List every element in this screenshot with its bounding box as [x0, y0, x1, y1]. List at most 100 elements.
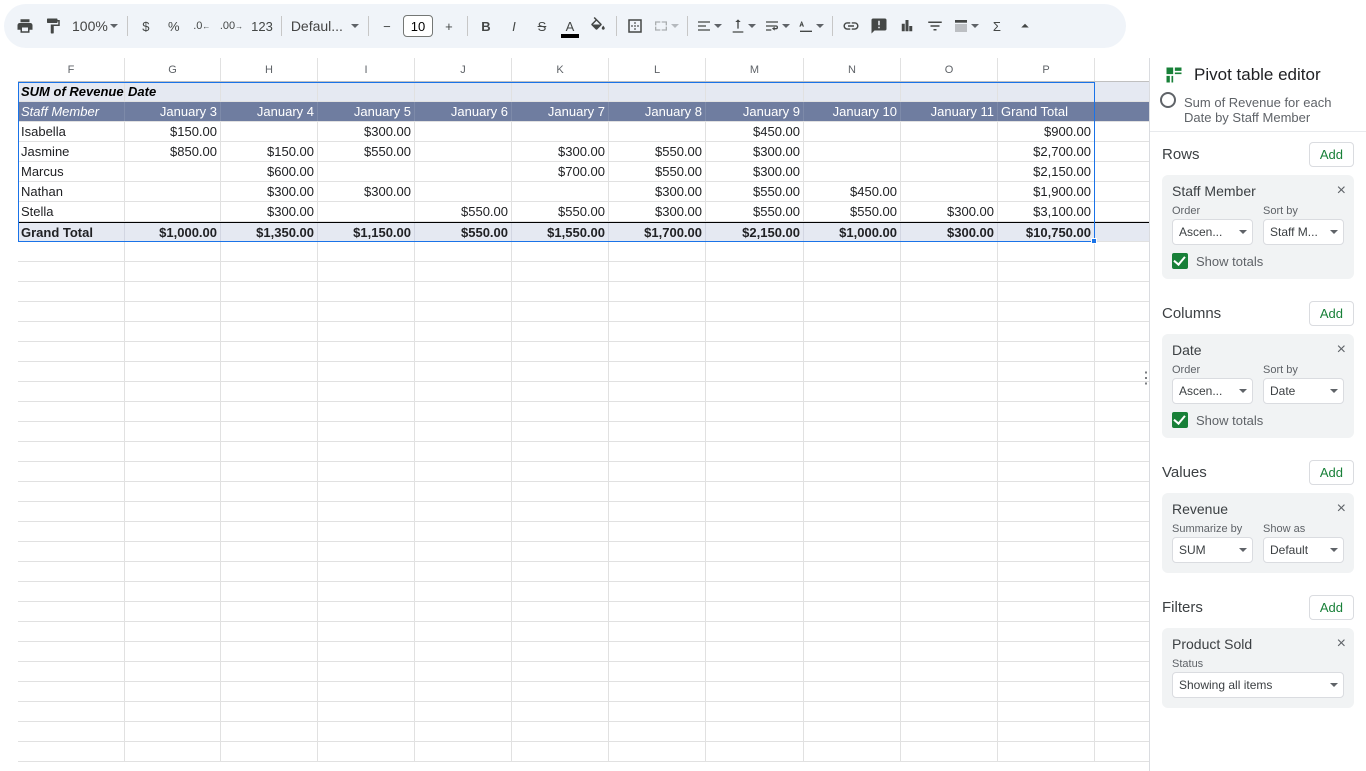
cell[interactable]: [221, 482, 318, 501]
cell[interactable]: [125, 622, 221, 641]
cell[interactable]: [609, 582, 706, 601]
font-size-input[interactable]: [403, 15, 433, 37]
cell[interactable]: [901, 462, 998, 481]
cell[interactable]: [512, 542, 609, 561]
column-header[interactable]: I: [318, 58, 415, 81]
cell[interactable]: [18, 262, 125, 281]
cell[interactable]: [512, 742, 609, 761]
zoom-select[interactable]: 100%: [68, 11, 122, 41]
cell[interactable]: SUM of Revenue: [18, 82, 125, 101]
cell[interactable]: [125, 242, 221, 261]
cell[interactable]: [804, 502, 901, 521]
cell[interactable]: [804, 622, 901, 641]
text-color-button[interactable]: A: [557, 11, 583, 41]
font-size-decrease[interactable]: −: [374, 11, 400, 41]
cell[interactable]: $700.00: [512, 162, 609, 181]
cell[interactable]: [706, 562, 804, 581]
cell[interactable]: [512, 422, 609, 441]
cell[interactable]: [901, 382, 998, 401]
cell[interactable]: [221, 662, 318, 681]
cell[interactable]: [318, 662, 415, 681]
cell[interactable]: [804, 262, 901, 281]
cell[interactable]: [901, 282, 998, 301]
cell[interactable]: [318, 562, 415, 581]
column-header[interactable]: N: [804, 58, 901, 81]
cell[interactable]: [18, 362, 125, 381]
cell[interactable]: [804, 402, 901, 421]
cell[interactable]: [901, 722, 998, 741]
cell[interactable]: [706, 542, 804, 561]
cell[interactable]: [415, 642, 512, 661]
cell[interactable]: [804, 482, 901, 501]
cell[interactable]: [804, 82, 901, 101]
cell[interactable]: Stella: [18, 202, 125, 221]
cell[interactable]: [706, 602, 804, 621]
bold-button[interactable]: B: [473, 11, 499, 41]
cell[interactable]: [125, 302, 221, 321]
cell[interactable]: [221, 602, 318, 621]
cell[interactable]: [415, 742, 512, 761]
column-header[interactable]: M: [706, 58, 804, 81]
cell[interactable]: January 3: [125, 102, 221, 121]
cell[interactable]: $1,000.00: [125, 223, 221, 241]
cell[interactable]: [901, 142, 998, 161]
cell[interactable]: [18, 342, 125, 361]
cell[interactable]: [125, 202, 221, 221]
insert-chart-button[interactable]: [894, 11, 920, 41]
cell[interactable]: [901, 402, 998, 421]
cell[interactable]: [318, 422, 415, 441]
cell[interactable]: [901, 442, 998, 461]
cell[interactable]: [804, 162, 901, 181]
cell[interactable]: January 9: [706, 102, 804, 121]
cell[interactable]: [901, 262, 998, 281]
cell[interactable]: [998, 282, 1095, 301]
cell[interactable]: [804, 382, 901, 401]
cell[interactable]: [318, 622, 415, 641]
cell[interactable]: [125, 582, 221, 601]
cell[interactable]: [706, 262, 804, 281]
cell[interactable]: [221, 302, 318, 321]
italic-button[interactable]: I: [501, 11, 527, 41]
cell[interactable]: [512, 402, 609, 421]
cell[interactable]: [998, 482, 1095, 501]
cell[interactable]: [609, 442, 706, 461]
cell[interactable]: [998, 722, 1095, 741]
cell[interactable]: [125, 502, 221, 521]
cell[interactable]: [18, 542, 125, 561]
cell[interactable]: [901, 162, 998, 181]
cell[interactable]: [125, 642, 221, 661]
cell[interactable]: Date: [125, 82, 221, 101]
cell[interactable]: [318, 482, 415, 501]
cell[interactable]: [415, 282, 512, 301]
cell[interactable]: Marcus: [18, 162, 125, 181]
cell[interactable]: [415, 602, 512, 621]
cell[interactable]: [18, 322, 125, 341]
values-add-button[interactable]: Add: [1309, 460, 1354, 485]
column-header[interactable]: H: [221, 58, 318, 81]
cell[interactable]: $150.00: [125, 122, 221, 141]
cell[interactable]: [221, 242, 318, 261]
cell[interactable]: [901, 682, 998, 701]
cell[interactable]: [901, 302, 998, 321]
cell[interactable]: $600.00: [221, 162, 318, 181]
cell[interactable]: [18, 442, 125, 461]
cell[interactable]: [609, 402, 706, 421]
filters-status-select[interactable]: Showing all items: [1172, 672, 1344, 698]
cell[interactable]: $550.00: [415, 223, 512, 241]
rows-chip-staff-member[interactable]: Staff Member × Order Ascen... Sort by St…: [1162, 175, 1354, 279]
font-size-increase[interactable]: +: [436, 11, 462, 41]
cell[interactable]: [221, 522, 318, 541]
cell[interactable]: [998, 582, 1095, 601]
cell[interactable]: [221, 282, 318, 301]
paint-format-button[interactable]: [40, 11, 66, 41]
column-header[interactable]: K: [512, 58, 609, 81]
cell[interactable]: [125, 282, 221, 301]
cell[interactable]: $550.00: [706, 182, 804, 201]
percent-button[interactable]: %: [161, 11, 187, 41]
cell[interactable]: [512, 642, 609, 661]
cell[interactable]: [804, 722, 901, 741]
cell[interactable]: [609, 422, 706, 441]
cell[interactable]: [125, 462, 221, 481]
cell[interactable]: [706, 682, 804, 701]
cell[interactable]: [901, 562, 998, 581]
